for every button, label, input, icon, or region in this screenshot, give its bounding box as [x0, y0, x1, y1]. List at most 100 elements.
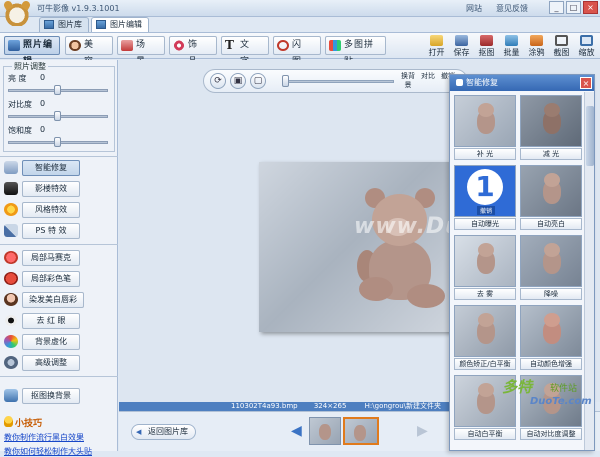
window-controls: _ □ × [549, 1, 598, 14]
mode-scene-button[interactable]: 场 景 [117, 36, 165, 67]
rotate-icon[interactable]: ⟳ [210, 73, 226, 89]
divider [0, 244, 118, 245]
image-edit-icon [96, 20, 106, 29]
slider-thumb[interactable] [54, 85, 61, 95]
brand-sub: 软件站 [550, 384, 578, 394]
bear-head [544, 313, 560, 327]
tool-label: 缩放 [578, 48, 595, 57]
slider-value: 0 [40, 125, 46, 134]
contrast-slider[interactable]: 对比度 0 [8, 99, 112, 123]
mode-photo-edit-button[interactable]: 照片编辑 [4, 36, 60, 67]
undo-badge[interactable]: 撤销 [477, 206, 496, 215]
bear-leg [359, 277, 393, 301]
ps-effect-icon [4, 224, 18, 237]
bear-head [544, 243, 560, 257]
fit-screen-icon[interactable]: ▣ [230, 73, 246, 89]
cutout-button[interactable]: 抠图 [475, 34, 498, 58]
bear-head [478, 313, 494, 327]
doodle-button[interactable]: 涂鸦 [525, 34, 548, 58]
tip-link-sticker[interactable]: 教你如何轻松制作大头贴 [4, 446, 92, 457]
red-eye-button[interactable]: 去 红 眼 [22, 313, 80, 329]
gallery-icon [44, 20, 54, 29]
cutout-bg-button[interactable]: 抠图换背景 [22, 388, 80, 404]
status-size: 324×265 [313, 402, 347, 410]
mode-beauty-button[interactable]: 美 容 [65, 36, 113, 67]
fn-makeup: 染发美白唇彩 [0, 290, 118, 310]
effect-color-correct[interactable]: 颜色矫正/白平衡 [454, 305, 516, 371]
style-effect-button[interactable]: 风格特效 [22, 202, 80, 218]
mode-text-button[interactable]: T 文 字 [221, 36, 269, 67]
tips-heading: 小技巧 [4, 416, 42, 429]
left-panel: 照片调整 亮 度 0 对比度 0 饱和度 0 智能修复 影楼特效 风格特效 PS… [0, 60, 118, 456]
slider-thumb[interactable] [54, 137, 61, 147]
studio-effect-icon [4, 182, 18, 195]
studio-effect-button[interactable]: 影楼特效 [22, 181, 80, 197]
effect-preview [454, 235, 516, 287]
effect-preview [454, 95, 516, 147]
mode-flash-button[interactable]: 闪 图 [273, 36, 321, 67]
saturation-slider[interactable]: 饱和度 0 [8, 125, 112, 149]
mode-accessory-button[interactable]: 饰 品 [169, 36, 217, 67]
effect-auto-whiten[interactable]: 自动亮白 [520, 165, 582, 231]
tab-gallery[interactable]: 图片库 [39, 17, 89, 32]
zoom-slider-track[interactable] [286, 80, 394, 83]
effect-auto-exposure[interactable]: 1 撤销 自动曝光 [454, 165, 516, 231]
tool-label: 涂鸦 [528, 48, 545, 57]
mode-collage-button[interactable]: 多图拼贴 [325, 36, 386, 67]
prev-arrow-icon[interactable]: ◀ [291, 423, 302, 439]
thumbnail[interactable] [309, 417, 341, 445]
effect-denoise[interactable]: 降噪 [520, 235, 582, 301]
minimize-button[interactable]: _ [549, 1, 564, 14]
fn-mosaic: 局部马赛克 [0, 248, 118, 268]
effect-preview [520, 95, 582, 147]
bear-head [478, 243, 494, 257]
edited-photo[interactable]: www.DuoTe.com [259, 162, 474, 332]
maximize-button[interactable]: □ [566, 1, 581, 14]
effect-auto-color[interactable]: 自动颜色增强 [520, 305, 582, 371]
open-button[interactable]: 打开 [425, 34, 448, 58]
zoom-slider-thumb[interactable] [282, 75, 289, 87]
fn-style-effect: 风格特效 [0, 200, 118, 220]
effect-fill-light[interactable]: 补 光 [454, 95, 516, 161]
close-button[interactable]: × [583, 1, 598, 14]
slider-thumb[interactable] [54, 111, 61, 121]
batch-button[interactable]: 批量 [500, 34, 523, 58]
panel-title: 智能修复 [450, 75, 594, 91]
save-button[interactable]: 保存 [450, 34, 473, 58]
smart-repair-button[interactable]: 智能修复 [22, 160, 80, 176]
compare-button[interactable]: 对比 [420, 72, 436, 81]
blur-bg-button[interactable]: 背景虚化 [22, 334, 80, 350]
accessory-icon [173, 40, 185, 51]
top-links: 网站 意见反馈 [466, 3, 528, 14]
fn-blur-bg: 背景虚化 [0, 332, 118, 352]
photo-adjust-group: 照片调整 亮 度 0 对比度 0 饱和度 0 [3, 61, 115, 152]
effect-reduce-light[interactable]: 减 光 [520, 95, 582, 161]
thumbnail-selected[interactable] [343, 417, 379, 445]
effect-defog[interactable]: 去 雾 [454, 235, 516, 301]
mosaic-button[interactable]: 局部马赛克 [22, 250, 80, 266]
color-wheel-icon [4, 335, 18, 348]
color-pen-button[interactable]: 局部彩色笔 [22, 271, 80, 287]
fn-red-eye: 去 红 眼 [0, 311, 118, 331]
actual-size-icon[interactable]: ▢ [250, 73, 266, 89]
beauty-icon [69, 40, 81, 51]
bear-head [544, 103, 560, 117]
change-bg-button[interactable]: 换背景 [400, 72, 416, 90]
file-tools: 打开 保存 抠图 批量 涂鸦 截图 缩放 [425, 34, 598, 58]
website-link[interactable]: 网站 [466, 3, 482, 14]
resize-button[interactable]: 缩放 [575, 34, 598, 58]
back-to-gallery-button[interactable]: 返回图片库 [131, 424, 196, 440]
tip-link-bw[interactable]: 教你制作流行黑白效果 [4, 432, 84, 443]
next-arrow-icon[interactable]: ▶ [417, 423, 428, 439]
scrollbar-thumb[interactable] [586, 106, 594, 166]
advanced-button[interactable]: 高级调整 [22, 355, 80, 371]
makeup-button[interactable]: 染发美白唇彩 [22, 292, 84, 308]
crop-icon [555, 35, 568, 46]
brightness-slider[interactable]: 亮 度 0 [8, 73, 112, 97]
panel-close-button[interactable]: × [580, 77, 592, 89]
crop-button[interactable]: 截图 [550, 34, 573, 58]
ps-effect-button[interactable]: PS 特 效 [22, 223, 80, 239]
effect-preview [520, 305, 582, 357]
tab-image-edit[interactable]: 图片编辑 [91, 17, 149, 32]
feedback-link[interactable]: 意见反馈 [496, 3, 528, 14]
